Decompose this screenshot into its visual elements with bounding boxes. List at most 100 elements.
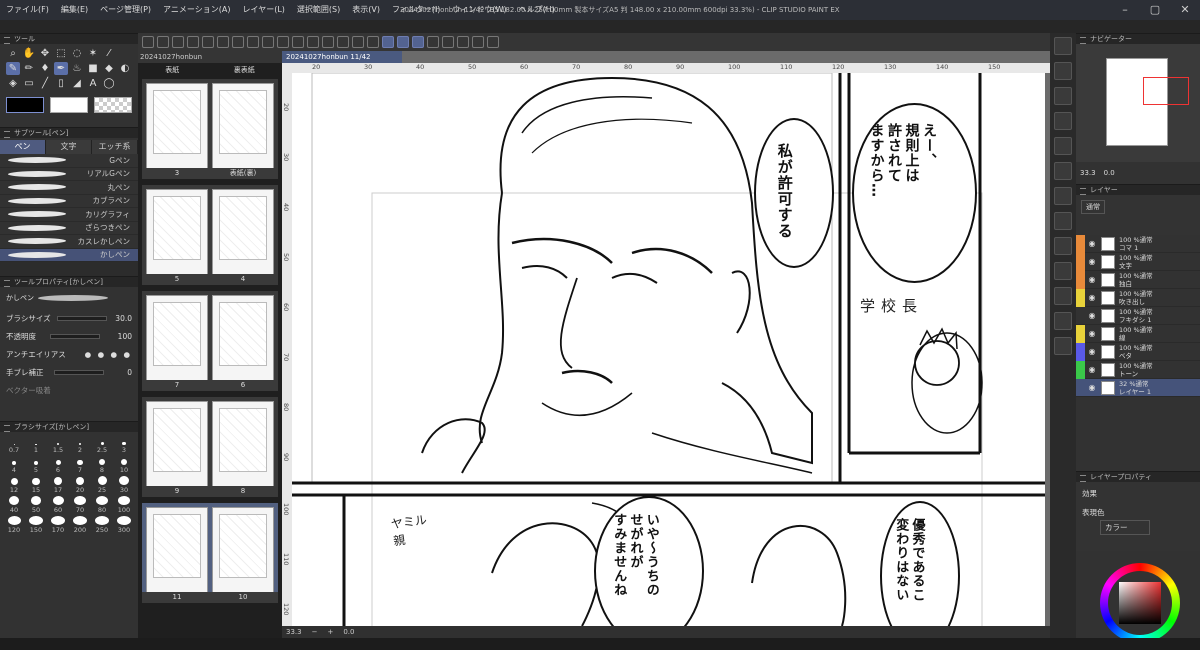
brush-size-option[interactable]: 1 (26, 436, 46, 454)
tab-pen[interactable]: ペン (0, 140, 46, 154)
brush-size-option[interactable]: 2.5 (92, 436, 112, 454)
brush-size-option[interactable]: 200 (70, 516, 90, 534)
eye-icon[interactable]: ◉ (1087, 365, 1097, 374)
brush-size-option[interactable]: 80 (92, 496, 112, 514)
wand-icon[interactable]: ✶ (86, 47, 100, 60)
eye-icon[interactable]: ◉ (1087, 329, 1097, 338)
eye-icon[interactable]: ◉ (1087, 293, 1097, 302)
command-icon-11[interactable] (307, 36, 319, 48)
brush-size-option[interactable]: 15 (26, 476, 46, 494)
tab-text[interactable]: 文字 (46, 140, 92, 154)
side-panel-icon-1[interactable] (1054, 62, 1072, 80)
command-icon-18[interactable] (412, 36, 424, 48)
brush-size-option[interactable]: 2 (70, 436, 90, 454)
ruler-icon[interactable]: ◢ (70, 77, 84, 90)
blend-mode-select[interactable]: 通常 (1081, 200, 1105, 214)
pencil-icon[interactable]: ✏ (22, 62, 36, 75)
side-panel-icon-3[interactable] (1054, 112, 1072, 130)
menu-item-4[interactable]: レイヤー(L) (236, 0, 290, 20)
brush-size-value[interactable]: 30.0 (114, 314, 132, 323)
command-icon-23[interactable] (487, 36, 499, 48)
brush-size-option[interactable]: 6 (48, 456, 68, 474)
fill-black-icon[interactable]: ■ (86, 62, 100, 75)
page-thumbnail[interactable]: 6 (208, 295, 278, 391)
brush-size-option[interactable]: 4 (4, 456, 24, 474)
command-icon-20[interactable] (442, 36, 454, 48)
page-thumbnail[interactable]: 8 (208, 401, 278, 497)
brush-size-option[interactable]: 30 (114, 476, 134, 494)
brush-item[interactable]: かしペン (0, 248, 138, 262)
minimize-icon[interactable]: – (1110, 0, 1140, 20)
select-rect-icon[interactable]: ⬚ (54, 47, 68, 60)
manga-page[interactable]: 私が許可する えー、 規則上は 許されて ますから… 学校長 ヤミル 親 いや〜… (292, 73, 1045, 626)
layer-row[interactable]: ◉ 100 %通常線 (1076, 324, 1200, 343)
brush-icon[interactable]: ♦ (38, 62, 52, 75)
command-icon-13[interactable] (337, 36, 349, 48)
side-panel-icon-11[interactable] (1054, 312, 1072, 330)
menu-item-2[interactable]: ページ管理(P) (94, 0, 157, 20)
brush-size-option[interactable]: 7 (70, 456, 90, 474)
airbrush-icon[interactable]: ✒ (54, 62, 68, 75)
layer-row[interactable]: ◉ 100 %通常 吹き出し (1076, 288, 1200, 307)
command-icon-15[interactable] (367, 36, 379, 48)
side-panel-icon-4[interactable] (1054, 137, 1072, 155)
command-icon-2[interactable] (172, 36, 184, 48)
color-wheel[interactable] (1100, 563, 1180, 643)
layer-row[interactable]: ◉ 32 %通常 レイヤー 1 (1076, 379, 1200, 397)
command-icon-6[interactable] (232, 36, 244, 48)
stabilization-slider[interactable] (53, 369, 104, 375)
eye-icon[interactable]: ◉ (1087, 383, 1097, 392)
main-color-swatch[interactable] (6, 97, 44, 113)
page-manager-tab[interactable]: 20241027honbun (138, 51, 282, 63)
side-panel-icon-10[interactable] (1054, 287, 1072, 305)
layer-row[interactable]: ◉ 100 %通常 トーン (1076, 360, 1200, 379)
brush-size-slider[interactable] (57, 315, 108, 321)
brush-size-option[interactable]: 250 (92, 516, 112, 534)
side-panel-icon-5[interactable] (1054, 162, 1072, 180)
angle-readout[interactable]: 0.0 (343, 628, 354, 636)
navigator-view-box[interactable] (1143, 77, 1189, 105)
layer-row[interactable]: ◉ 100 %通常 ベタ (1076, 342, 1200, 361)
brush-size-option[interactable]: 60 (48, 496, 68, 514)
command-icon-1[interactable] (157, 36, 169, 48)
menu-item-1[interactable]: 編集(E) (55, 0, 94, 20)
side-panel-icon-2[interactable] (1054, 87, 1072, 105)
command-icon-8[interactable] (262, 36, 274, 48)
brush-size-option[interactable]: 3 (114, 436, 134, 454)
close-icon[interactable]: ✕ (1170, 0, 1200, 20)
brush-size-option[interactable]: 20 (70, 476, 90, 494)
command-icon-14[interactable] (352, 36, 364, 48)
zoom-plus-icon[interactable]: + (327, 628, 333, 636)
document-tab[interactable]: 20241027honbun 11/42 (282, 51, 402, 63)
command-icon-0[interactable] (142, 36, 154, 48)
zoom-readout[interactable]: 33.3 (286, 628, 302, 636)
menu-item-0[interactable]: ファイル(F) (0, 0, 55, 20)
command-icon-12[interactable] (322, 36, 334, 48)
brush-size-option[interactable]: 120 (4, 516, 24, 534)
page-thumbnail[interactable]: 4 (208, 189, 278, 285)
brush-item[interactable]: Gペン (0, 154, 138, 168)
decoration-icon[interactable]: ♨ (70, 62, 84, 75)
blend-icon[interactable]: ◐ (118, 62, 132, 75)
navigator-zoom[interactable]: 33.3 (1080, 169, 1096, 177)
zoom-minus-icon[interactable]: − (312, 628, 318, 636)
page-pair[interactable]: 54 (142, 185, 278, 285)
expression-color-select[interactable]: カラー (1100, 520, 1150, 535)
brush-size-option[interactable]: 25 (92, 476, 112, 494)
page-thumbnail[interactable]: 7 (142, 295, 212, 391)
zoom-icon[interactable]: ⌕ (6, 47, 20, 60)
command-icon-22[interactable] (472, 36, 484, 48)
brush-size-option[interactable]: 17 (48, 476, 68, 494)
eye-icon[interactable]: ◉ (1087, 275, 1097, 284)
brush-item[interactable]: リアルGペン (0, 168, 138, 181)
page-thumbnail[interactable]: 9 (142, 401, 212, 497)
navigator-thumbnail[interactable] (1106, 58, 1189, 146)
page-pair[interactable]: 98 (142, 397, 278, 497)
command-icon-9[interactable] (277, 36, 289, 48)
pen-icon[interactable]: ✎ (6, 62, 20, 75)
side-panel-icon-12[interactable] (1054, 337, 1072, 355)
command-icon-3[interactable] (187, 36, 199, 48)
maximize-icon[interactable]: ▢ (1140, 0, 1170, 20)
color-square[interactable] (1119, 582, 1161, 624)
brush-size-option[interactable]: 70 (70, 496, 90, 514)
